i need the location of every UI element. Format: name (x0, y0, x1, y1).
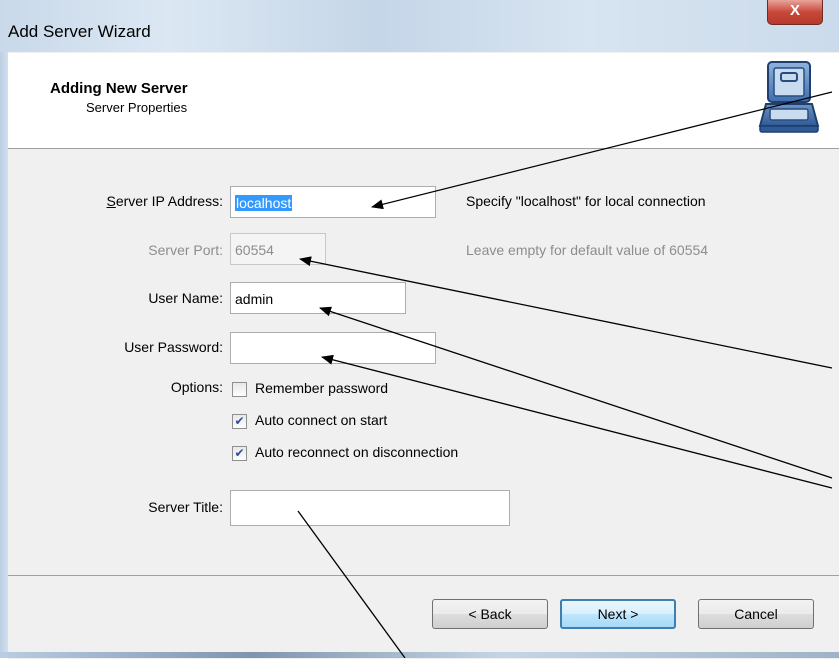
remember-password-checkbox[interactable] (232, 382, 247, 397)
server-ip-value: localhost (235, 195, 293, 211)
auto-reconnect-checkbox[interactable]: ✔ (232, 446, 247, 461)
server-ip-input[interactable]: localhost (230, 186, 436, 218)
checkmark-icon: ✔ (234, 414, 245, 428)
options-label: Options: (170, 379, 223, 395)
window-title: Add Server Wizard (8, 22, 151, 41)
close-icon: X (789, 2, 800, 19)
user-password-label: User Password: (124, 339, 223, 355)
user-name-input[interactable]: admin (230, 282, 406, 314)
remember-password-label[interactable]: Remember password (255, 380, 388, 396)
next-button[interactable]: Next > (560, 599, 676, 629)
server-title-input[interactable] (230, 490, 510, 526)
server-port-hint: Leave empty for default value of 60554 (466, 242, 709, 258)
add-server-wizard-window: Add Server Wizard X Adding New Server Se… (0, 0, 839, 659)
auto-connect-label[interactable]: Auto connect on start (255, 412, 387, 428)
checkmark-icon: ✔ (234, 446, 245, 460)
window-bottom-edge (0, 652, 839, 658)
server-port-input[interactable]: 60554 (230, 233, 326, 265)
title-bar[interactable]: Add Server Wizard X (0, 0, 839, 52)
close-button[interactable]: X (767, 0, 823, 25)
server-ip-label: Server IP Address: (106, 193, 223, 209)
auto-connect-checkbox[interactable]: ✔ (232, 414, 247, 429)
server-title-label: Server Title: (148, 499, 223, 515)
server-ip-hint: Specify "localhost" for local connection (466, 193, 706, 209)
wizard-content: Server IP Address: localhost Specify "lo… (8, 149, 839, 574)
back-button[interactable]: < Back (432, 599, 548, 629)
window-frame-left (0, 52, 8, 658)
header-title: Adding New Server (50, 80, 188, 97)
server-terminal-icon (758, 61, 820, 133)
auto-reconnect-label[interactable]: Auto reconnect on disconnection (255, 444, 458, 460)
wizard-footer: < Back Next > Cancel (8, 575, 839, 659)
user-name-label: User Name: (148, 290, 223, 306)
user-password-input[interactable] (230, 332, 436, 364)
wizard-header: Adding New Server Server Properties (8, 53, 839, 149)
cancel-button[interactable]: Cancel (698, 599, 814, 629)
server-port-label: Server Port: (148, 242, 223, 258)
header-subtitle: Server Properties (86, 100, 188, 115)
